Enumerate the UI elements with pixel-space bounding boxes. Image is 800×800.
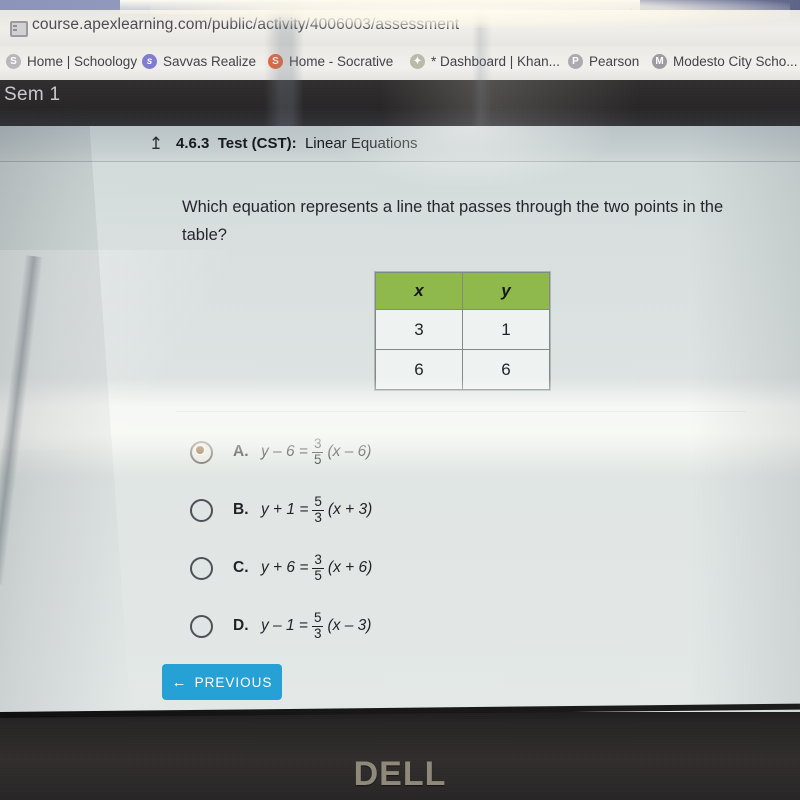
arrow-left-icon: ← bbox=[171, 673, 188, 691]
dell-logo: DELL bbox=[353, 755, 447, 793]
savvas-icon: s bbox=[142, 54, 157, 69]
question-text: Which equation represents a line that pa… bbox=[182, 198, 724, 244]
modesto-icon: M bbox=[652, 54, 667, 69]
activity-name: Linear Equations bbox=[304, 135, 418, 152]
bookmark-label: Pearson bbox=[589, 54, 640, 69]
answer-option-d[interactable]: D. y – 1 = 5 3 (x – 3) bbox=[190, 597, 750, 655]
option-letter-d: D. bbox=[233, 617, 249, 634]
option-rhs-c: (x + 6) bbox=[327, 559, 373, 576]
bookmark-khan[interactable]: ✦ * Dashboard | Khan... bbox=[410, 54, 560, 69]
activity-number: 4.6.3 bbox=[176, 135, 210, 152]
fraction-numerator-d: 5 bbox=[311, 610, 324, 627]
bookmark-pearson[interactable]: P Pearson bbox=[568, 54, 639, 69]
bookmark-label: * Dashboard | Khan... bbox=[431, 54, 560, 69]
fraction-numerator-a: 3 bbox=[311, 436, 324, 453]
option-expression-b: y + 1 = 5 3 (x + 3) bbox=[261, 495, 372, 524]
bookmark-modesto[interactable]: M Modesto City Scho... bbox=[652, 54, 798, 69]
fraction-b: 5 3 bbox=[312, 495, 324, 524]
fraction-denominator-a: 5 bbox=[313, 451, 322, 467]
bookmark-savvas[interactable]: s Savvas Realize bbox=[142, 54, 256, 69]
pearson-icon: P bbox=[568, 54, 583, 69]
option-rhs-a: (x – 6) bbox=[327, 443, 372, 460]
socrative-icon: S bbox=[268, 54, 283, 69]
option-lhs-a: y – 6 = bbox=[261, 443, 308, 460]
laptop-screen-photo: + course.apexlearning.com/public/activit… bbox=[0, 0, 800, 800]
fraction-denominator-b: 3 bbox=[314, 509, 322, 525]
option-letter-b: B. bbox=[233, 501, 249, 518]
answers-divider bbox=[176, 411, 746, 412]
address-bar[interactable]: course.apexlearning.com/public/activity/… bbox=[0, 10, 800, 50]
table-cell-x: 3 bbox=[375, 309, 463, 350]
band-glare bbox=[380, 80, 640, 130]
khan-icon: ✦ bbox=[410, 54, 425, 69]
table-row: 3 1 bbox=[375, 309, 550, 350]
option-lhs-b: y + 1 = bbox=[261, 501, 309, 518]
site-favicon-icon bbox=[10, 21, 28, 37]
course-header-band bbox=[0, 80, 800, 130]
table-cell-y: 1 bbox=[462, 309, 550, 350]
table-header-x: x bbox=[375, 272, 463, 310]
course-label: Sem 1 bbox=[4, 84, 61, 105]
option-rhs-d: (x – 3) bbox=[327, 617, 372, 634]
radio-button-a[interactable] bbox=[190, 440, 213, 464]
answer-option-b[interactable]: B. y + 1 = 5 3 (x + 3) bbox=[190, 481, 750, 539]
collapse-up-icon[interactable]: ↥ bbox=[146, 134, 166, 154]
option-expression-d: y – 1 = 5 3 (x – 3) bbox=[261, 611, 371, 640]
radio-button-d[interactable] bbox=[190, 614, 213, 638]
option-expression-a: y – 6 = 3 5 (x – 6) bbox=[261, 437, 371, 466]
bookmark-label: Modesto City Scho... bbox=[673, 54, 798, 69]
option-letter-a: A. bbox=[233, 443, 249, 460]
radio-button-b[interactable] bbox=[190, 498, 213, 522]
fraction-numerator-b: 5 bbox=[312, 494, 324, 511]
points-table: x y 3 1 6 6 bbox=[375, 272, 550, 390]
fraction-denominator-c: 5 bbox=[314, 567, 322, 583]
schoology-icon: S bbox=[6, 54, 21, 69]
radio-button-c[interactable] bbox=[190, 556, 213, 580]
table-row: 6 6 bbox=[375, 349, 550, 390]
bookmark-label: Home - Socrative bbox=[289, 54, 394, 69]
answer-option-c[interactable]: C. y + 6 = 3 5 (x + 6) bbox=[190, 539, 750, 597]
fraction-d: 5 3 bbox=[311, 610, 324, 641]
bookmark-socrative[interactable]: S Home - Socrative bbox=[268, 54, 393, 69]
option-expression-c: y + 6 = 3 5 (x + 6) bbox=[261, 553, 372, 582]
url-text[interactable]: course.apexlearning.com/public/activity/… bbox=[32, 16, 632, 34]
fraction-a: 3 5 bbox=[311, 436, 324, 467]
answer-option-a[interactable]: A. y – 6 = 3 5 (x – 6) bbox=[190, 423, 750, 481]
table-header-row: x y bbox=[375, 272, 550, 310]
option-letter-c: C. bbox=[233, 559, 249, 576]
answer-options-list: A. y – 6 = 3 5 (x – 6) B. y + 1 = 5 3 (x… bbox=[190, 423, 750, 655]
fraction-denominator-d: 3 bbox=[313, 625, 322, 641]
bookmark-schoology[interactable]: S Home | Schoology bbox=[6, 54, 137, 69]
option-lhs-c: y + 6 = bbox=[261, 559, 309, 576]
option-rhs-b: (x + 3) bbox=[327, 501, 373, 518]
table-cell-x: 6 bbox=[375, 349, 463, 390]
bookmark-label: Savvas Realize bbox=[163, 54, 257, 69]
fraction-c: 3 5 bbox=[312, 553, 324, 582]
option-lhs-d: y – 1 = bbox=[261, 617, 308, 634]
bookmark-label: Home | Schoology bbox=[27, 54, 138, 69]
assessment-page: ↥ 4.6.3 Test (CST): Linear Equations Whi… bbox=[0, 126, 800, 712]
previous-button-label: PREVIOUS bbox=[194, 674, 273, 690]
previous-button[interactable]: ← PREVIOUS bbox=[162, 664, 282, 700]
activity-type: Test (CST): bbox=[217, 135, 297, 152]
table-cell-y: 6 bbox=[462, 349, 550, 390]
activity-title: 4.6.3 Test (CST): Linear Equations bbox=[176, 135, 418, 152]
table-header-y: y bbox=[462, 272, 550, 310]
fraction-numerator-c: 3 bbox=[312, 552, 324, 569]
header-rule bbox=[0, 161, 800, 162]
